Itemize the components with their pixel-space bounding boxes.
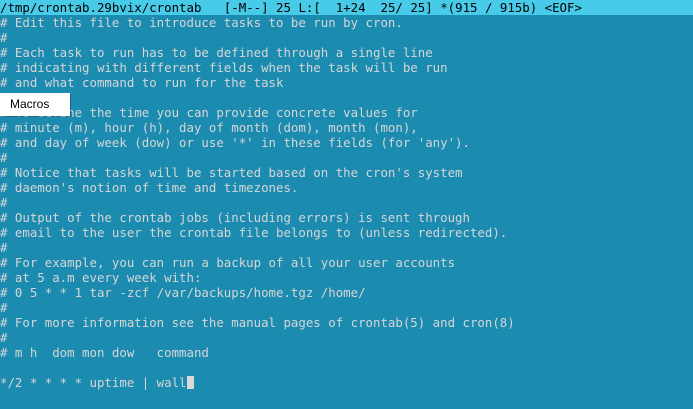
editor-line-10[interactable]: # (0, 150, 693, 165)
editor-line-24[interactable] (0, 360, 693, 375)
editor-line-22[interactable]: # (0, 330, 693, 345)
editor-line-11[interactable]: # Notice that tasks will be started base… (0, 165, 693, 180)
editor-line-12[interactable]: # daemon's notion of time and timezones. (0, 180, 693, 195)
editor-line-9[interactable]: # and day of week (dow) or use '*' in th… (0, 135, 693, 150)
editor-buffer[interactable]: # Edit this file to introduce tasks to b… (0, 15, 693, 409)
editor-line-17[interactable]: # For example, you can run a backup of a… (0, 255, 693, 270)
editor-line-2[interactable]: # (0, 30, 693, 45)
editor-line-25[interactable]: */2 * * * * uptime | wall (0, 375, 693, 390)
editor-line-7[interactable]: # To define the time you can provide con… (0, 105, 693, 120)
editor-line-23[interactable]: # m h dom mon dow command (0, 345, 693, 360)
editor-line-21[interactable]: # For more information see the manual pa… (0, 315, 693, 330)
cron-entry-text[interactable]: */2 * * * * uptime | wall (0, 375, 187, 390)
line-info: L:[ 1+24 25/ 25] (298, 0, 433, 15)
editor-line-3[interactable]: # Each task to run has to be defined thr… (0, 45, 693, 60)
editor-line-8[interactable]: # minute (m), hour (h), day of month (do… (0, 120, 693, 135)
byte-info: *(915 / 915b) (440, 0, 538, 15)
editor-line-14[interactable]: # Output of the crontab jobs (including … (0, 210, 693, 225)
eof-marker: <EOF> (544, 0, 582, 15)
editor-line-6[interactable]: # (0, 90, 693, 105)
editor-line-18[interactable]: # at 5 a.m every week with: (0, 270, 693, 285)
editor-line-5[interactable]: # and what command to run for the task (0, 75, 693, 90)
macros-menu-item[interactable]: Macros (0, 93, 70, 116)
editor-line-15[interactable]: # email to the user the crontab file bel… (0, 225, 693, 240)
file-path: /tmp/crontab.29bvix/crontab (0, 0, 202, 15)
editor-line-1[interactable]: # Edit this file to introduce tasks to b… (0, 15, 693, 30)
editor-status-bar: /tmp/crontab.29bvix/crontab [-M--] 25 L:… (0, 0, 693, 15)
text-cursor (186, 376, 194, 389)
editor-line-20[interactable]: # (0, 300, 693, 315)
editor-line-13[interactable]: # (0, 195, 693, 210)
column-number: 25 (276, 0, 291, 15)
terminal-screen: /tmp/crontab.29bvix/crontab [-M--] 25 L:… (0, 0, 693, 409)
editor-line-4[interactable]: # indicating with different fields when … (0, 60, 693, 75)
edit-mode: [-M--] (223, 0, 269, 15)
editor-line-19[interactable]: # 0 5 * * 1 tar -zcf /var/backups/home.t… (0, 285, 693, 300)
editor-line-16[interactable]: # (0, 240, 693, 255)
